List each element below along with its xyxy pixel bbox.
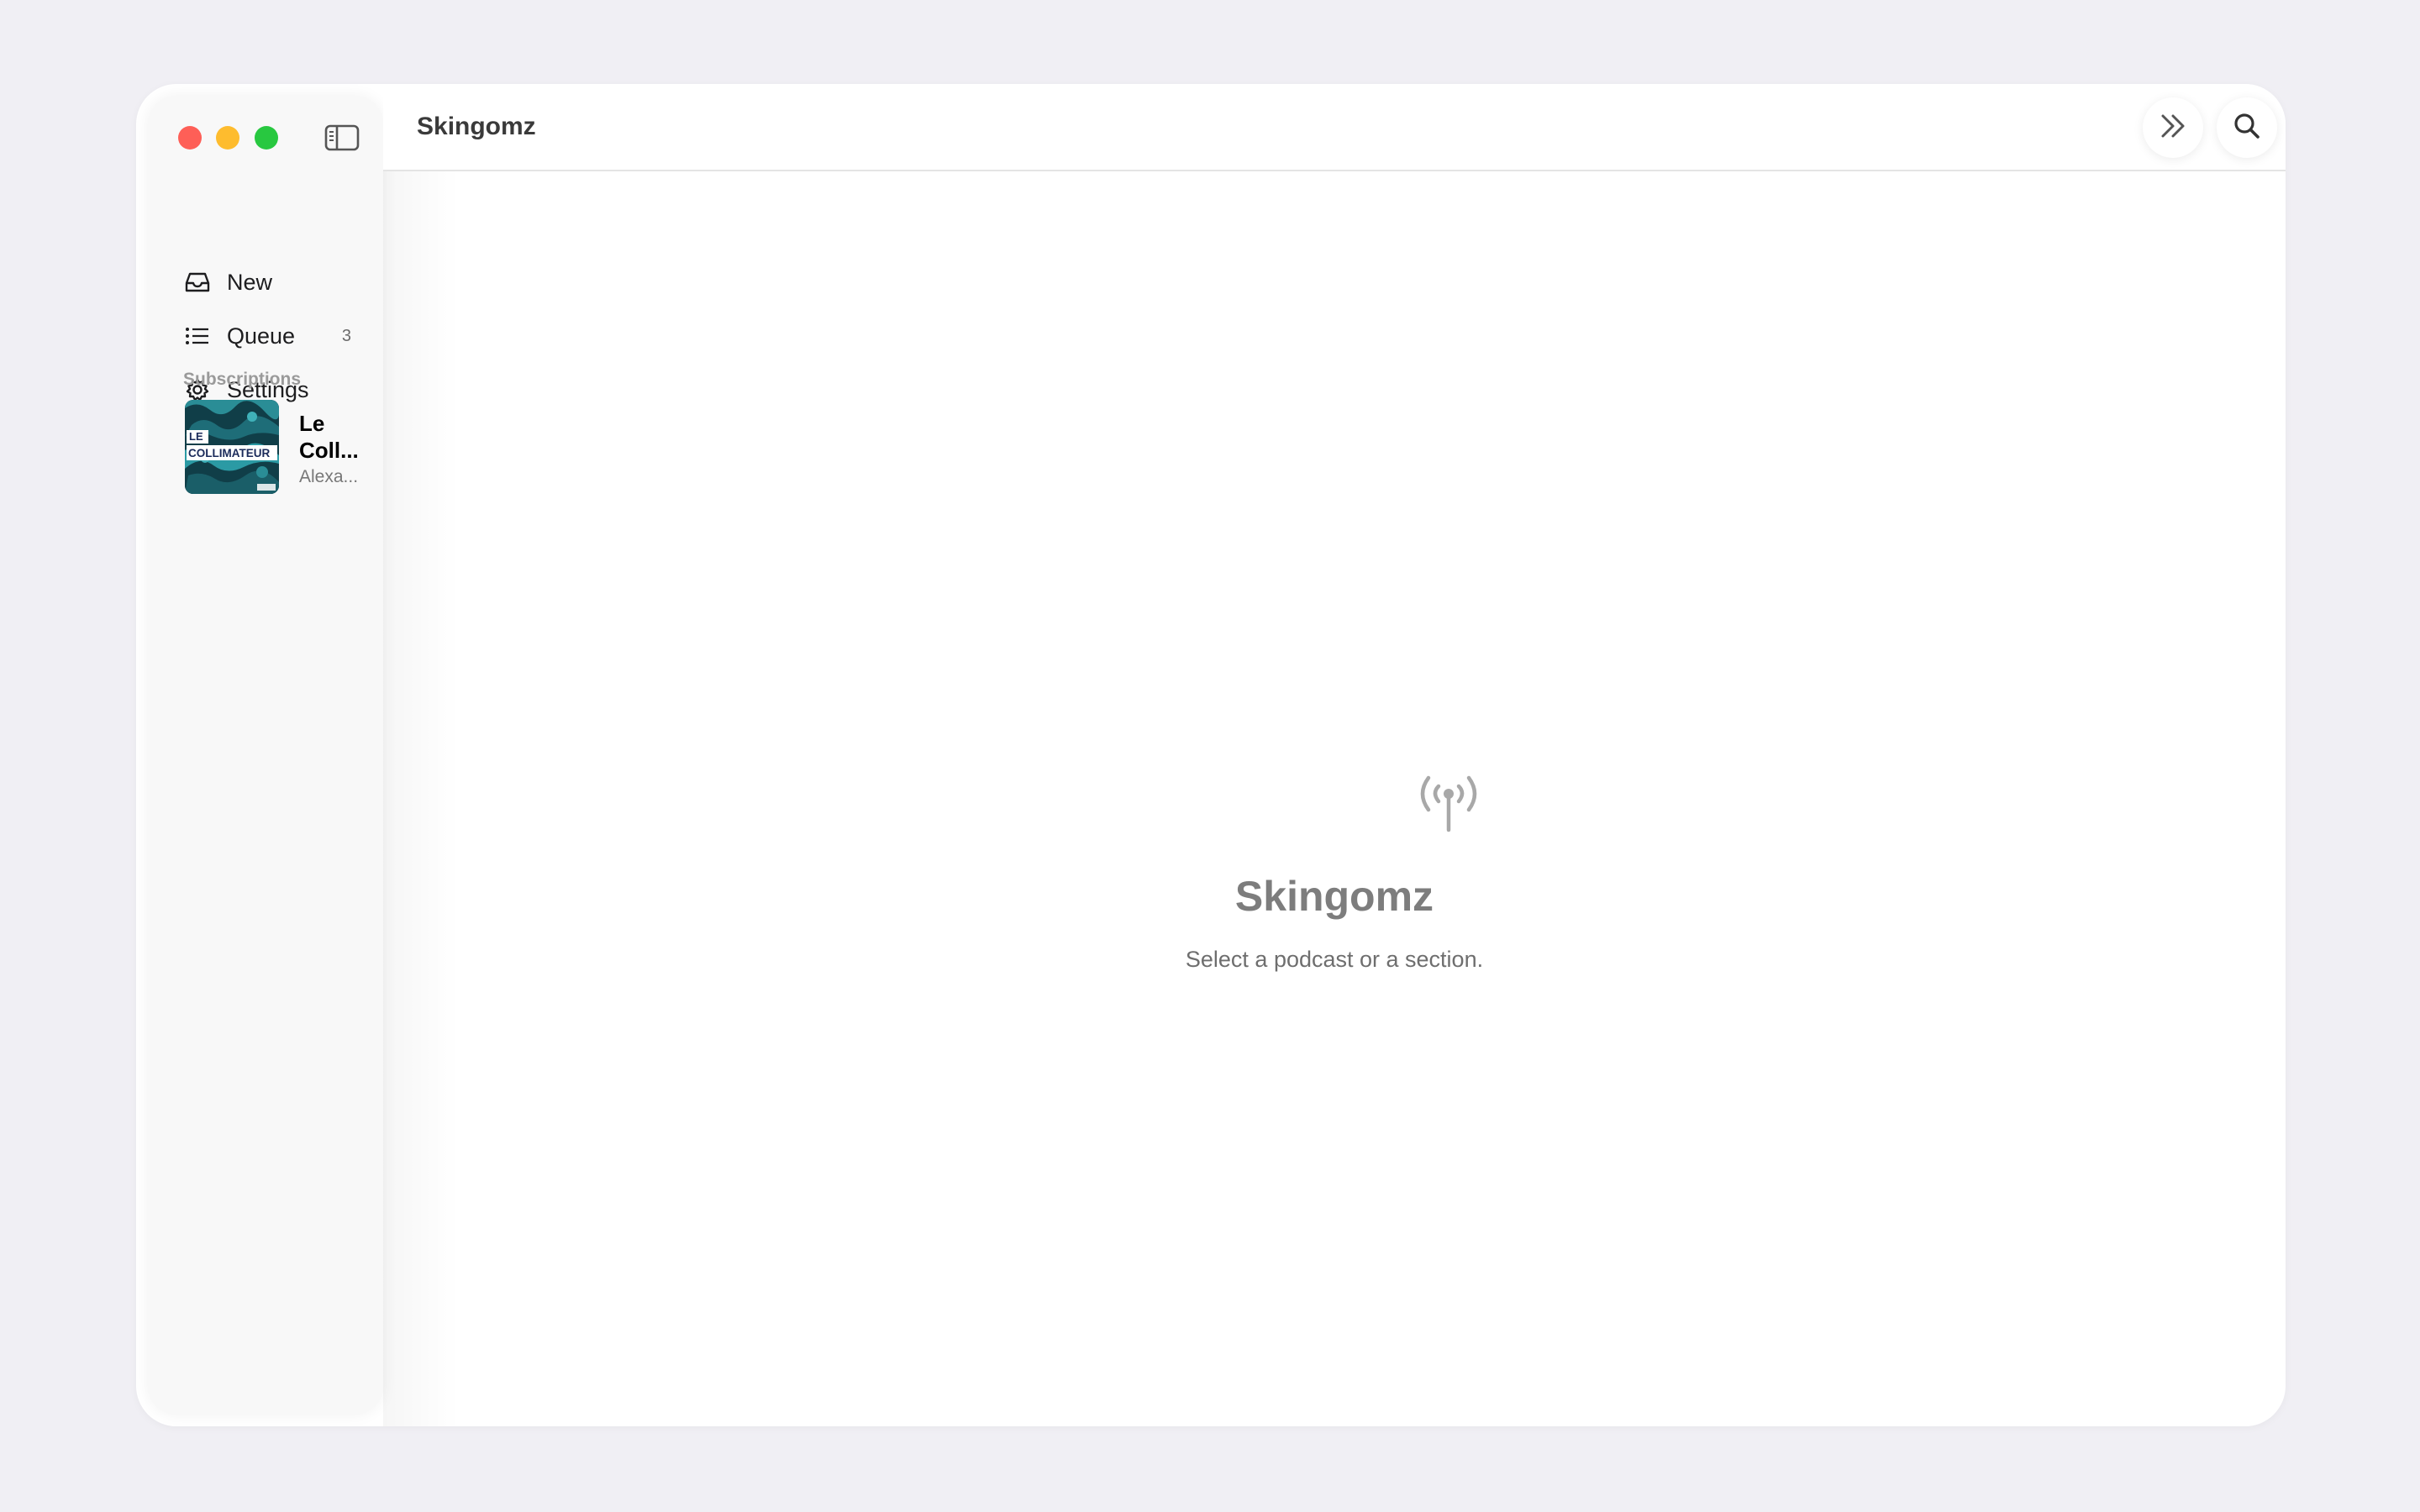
zoom-window-button[interactable] [255,126,278,150]
subscriptions-header: Subscriptions [183,370,302,389]
subscription-item[interactable]: LE COLLIMATEUR Le Coll... Alexa... [185,400,378,496]
sidebar: New Queue 3 Settings Subscriptions LE CO… [148,96,383,1415]
empty-state-title: Skingomz [1234,873,1434,920]
toolbar: Skingomz [383,84,2286,171]
sidebar-item-queue[interactable]: Queue 3 [171,314,366,358]
podcast-artwork: LE COLLIMATEUR [185,400,279,494]
tray-icon [183,268,212,297]
search-icon [2232,111,2262,145]
skip-forward-button[interactable] [2143,97,2203,158]
list-icon [183,322,212,350]
subscription-title: Le Coll... [299,411,359,463]
chevron-double-right-icon [2158,113,2188,144]
sidebar-item-new[interactable]: New [171,260,366,304]
empty-state-subtitle: Select a podcast or a section. [1185,947,1484,972]
sidebar-item-label: Queue [227,323,296,349]
close-window-button[interactable] [178,126,202,150]
empty-state: Skingomz Select a podcast or a section. [383,170,2286,1426]
minimize-window-button[interactable] [216,126,239,150]
antenna-radiowaves-icon [1415,773,1482,833]
sidebar-item-label: New [227,269,273,295]
artwork-text-collimateur: COLLIMATEUR [188,447,270,459]
app-window: New Queue 3 Settings Subscriptions LE CO… [136,84,2286,1426]
subscription-author: Alexa... [299,467,359,486]
page-title: Skingomz [417,113,536,140]
queue-count-badge: 3 [341,326,351,345]
search-button[interactable] [2217,97,2277,158]
artwork-text-le: LE [189,430,203,443]
sidebar-toggle-icon[interactable] [324,124,360,151]
